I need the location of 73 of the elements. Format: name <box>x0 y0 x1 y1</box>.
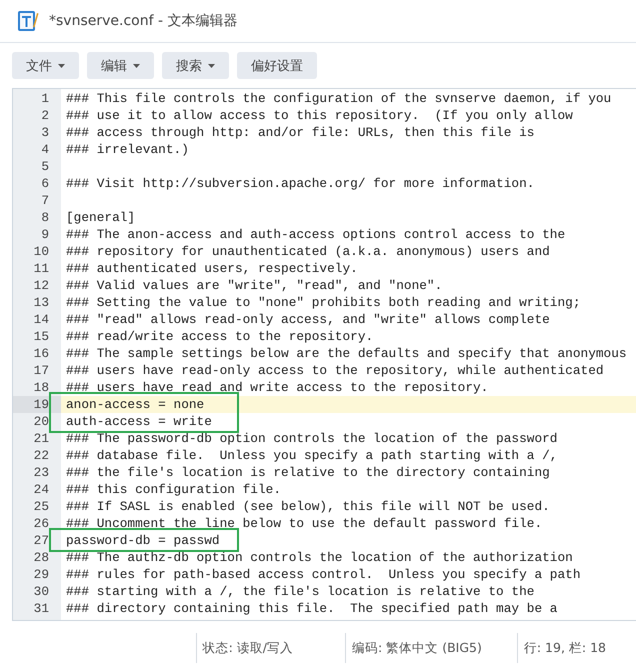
line-number: 7 <box>40 192 50 209</box>
code-text: ### "read" allows read-only access, and "write" allows complete <box>66 312 550 326</box>
code-text: ### The sample settings below are the defaults and specify that anonymous <box>66 346 627 360</box>
code-text: ### The authz-db option controls the location of the authorization <box>66 550 573 564</box>
code-text: ### This file controls the configuration of the svnserve daemon, if you <box>66 92 612 106</box>
line-number: 17 <box>32 362 50 379</box>
code-text: ### read/write access to the repository. <box>66 330 374 344</box>
code-text: ### rules for path-based access control. Unless you specify a path <box>66 568 581 582</box>
code-text: ### Valid values are "write", "read", and "none". <box>66 278 442 292</box>
window-title: *svnserve.conf - 文本编辑器 <box>49 12 238 30</box>
code-text: ### irrelevant.) <box>66 142 189 156</box>
line-number: 24 <box>32 481 50 498</box>
code-text: ### The anon-access and auth-access options control access to the <box>66 228 566 242</box>
line-number: 5 <box>40 158 50 175</box>
code-text: ### use it to allow access to this repository. (If you only allow <box>66 108 573 122</box>
caret-icon <box>208 64 215 68</box>
code-text: ### access through http: and/or file: URLs, then this file is <box>66 126 534 140</box>
line-number: 13 <box>32 294 50 311</box>
line-number: 8 <box>40 209 50 226</box>
line-number: 14 <box>32 311 50 328</box>
menu-button[interactable]: 文件 <box>12 52 79 79</box>
line-number: 2 <box>40 107 50 124</box>
code-text: auth-access = write <box>66 414 212 428</box>
code-text: ### the file's location is relative to the directory containing <box>66 466 550 480</box>
code-text: ### starting with a /, the file's location is relative to the <box>66 584 534 598</box>
line-number: 23 <box>32 464 50 481</box>
line-number: 4 <box>40 141 50 158</box>
line-number: 18 <box>32 379 50 396</box>
code-text: password-db = passwd <box>66 534 220 548</box>
line-number: 21 <box>32 430 50 447</box>
code-text: ### this configuration file. <box>66 482 282 496</box>
line-number: 12 <box>32 277 50 294</box>
line-number: 1 <box>40 90 50 107</box>
code-text: ### users have read and write access to the repository. <box>66 380 488 394</box>
line-number: 3 <box>40 124 50 141</box>
menu-button[interactable]: 搜索 <box>162 52 229 79</box>
code-text: ### authenticated users, respectively. <box>66 262 358 276</box>
status-text: 编码: 繁体中文 (BIG5) <box>352 640 482 656</box>
text-editor-icon <box>17 9 39 33</box>
line-number: 10 <box>32 243 50 260</box>
line-number: 28 <box>32 549 50 566</box>
code-text: ### Setting the value to "none" prohibits both reading and writing; <box>66 296 581 310</box>
line-number: 29 <box>32 566 50 583</box>
line-number: 22 <box>32 447 50 464</box>
text-editor[interactable] <box>12 88 636 621</box>
line-number: 27 <box>32 532 50 549</box>
status-text: 行: 19, 栏: 18 <box>524 640 606 656</box>
line-number: 11 <box>32 260 50 277</box>
menu-button[interactable]: 编辑 <box>87 52 154 79</box>
line-number: 31 <box>32 600 50 617</box>
caret-icon <box>58 64 65 68</box>
status-text: 状态: 读取/写入 <box>202 640 294 656</box>
code-text: ### Visit http://subversion.apache.org/ for more information. <box>66 176 534 190</box>
code-text: ### Uncomment the line below to use the default password file. <box>66 516 542 530</box>
caret-icon <box>133 64 140 68</box>
menu-button[interactable]: 偏好设置 <box>237 52 317 79</box>
code-text: ### database file. Unless you specify a path starting with a /, <box>66 448 558 462</box>
code-text: [general] <box>66 210 136 224</box>
line-number: 16 <box>32 345 50 362</box>
code-text: ### The password-db option controls the location of the password <box>66 432 558 446</box>
line-number: 9 <box>40 226 50 243</box>
code-text: ### directory containing this file. The specified path may be a <box>66 602 558 616</box>
line-number: 20 <box>32 413 50 430</box>
line-number: 6 <box>40 175 50 192</box>
code-text: anon-access = none <box>66 398 204 412</box>
line-number: 25 <box>32 498 50 515</box>
line-number: 26 <box>32 515 50 532</box>
line-number: 15 <box>32 328 50 345</box>
code-text: ### repository for unauthenticated (a.k.a. anonymous) users and <box>66 244 550 258</box>
code-text: ### If SASL is enabled (see below), this file will NOT be used. <box>66 500 550 514</box>
code-text: ### users have read-only access to the repository, while authenticated <box>66 364 604 378</box>
line-number: 19 <box>13 396 61 413</box>
line-number: 30 <box>32 583 50 600</box>
